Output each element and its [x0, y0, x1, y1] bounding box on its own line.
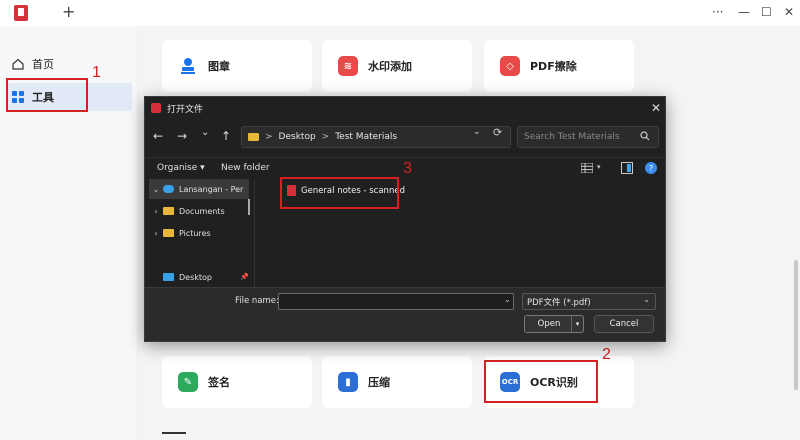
view-options-icon[interactable] [581, 163, 593, 173]
search-placeholder: Search Test Materials [524, 132, 620, 142]
open-split-dropdown-icon[interactable]: ▾ [571, 316, 583, 332]
preview-pane-icon[interactable] [621, 162, 633, 174]
signature-icon: ✎ [178, 372, 198, 392]
back-button[interactable]: ← [153, 129, 163, 143]
tree-item-label: Pictures [179, 228, 211, 238]
scrollbar[interactable] [792, 26, 800, 440]
open-button-label: Open [537, 319, 561, 329]
tool-signature[interactable]: ✎ 签名 [162, 356, 312, 408]
dialog-title-bar: 打开文件 [145, 97, 665, 119]
sidebar-item-home[interactable]: 首页 [8, 50, 132, 78]
expand-arrow-icon[interactable]: ⌄ [149, 185, 163, 194]
breadcrumb-separator: > [321, 132, 330, 142]
address-bar[interactable]: > Desktop > Test Materials [241, 126, 511, 148]
tool-watermark[interactable]: ≋ 水印添加 [322, 40, 472, 92]
tool-label: 签名 [208, 376, 230, 389]
svg-text:?: ? [649, 164, 653, 173]
open-file-dialog: 打开文件 ✕ ← → ⌄ ↑ > Desktop > Test Material… [144, 96, 666, 342]
cloud-icon [163, 185, 174, 193]
section-heading-partial [162, 432, 186, 440]
breadcrumb-test-materials[interactable]: Test Materials [335, 132, 397, 142]
tree-item-onedrive[interactable]: ⌄ Lansangan - Per [149, 179, 249, 199]
forward-button[interactable]: → [177, 129, 187, 143]
tree-item-label: Desktop [179, 272, 212, 282]
file-type-value: PDF文件 (*.pdf) [527, 297, 591, 308]
app-logo-icon [14, 5, 28, 21]
folder-icon [248, 133, 259, 141]
annotation-number-1: 1 [92, 64, 101, 81]
file-type-select[interactable]: PDF文件 (*.pdf) ⌄ [522, 293, 656, 310]
navigation-pane: ⌄ Lansangan - Per › Documents › Pictures… [145, 179, 255, 287]
dialog-title: 打开文件 [167, 104, 204, 115]
scroll-thumb[interactable] [794, 260, 798, 390]
stamp-icon [178, 56, 198, 76]
tool-label: 压缩 [368, 376, 390, 389]
search-input[interactable]: Search Test Materials [517, 126, 659, 148]
recent-dropdown-button[interactable]: ⌄ [201, 127, 209, 138]
search-icon [640, 131, 650, 141]
eraser-icon: ◇ [500, 56, 520, 76]
dialog-nav-row: ← → ⌄ ↑ > Desktop > Test Materials ⌄ ⟳ S… [145, 123, 665, 151]
close-button[interactable]: ✕ [784, 4, 794, 20]
tool-compress[interactable]: ▮ 压缩 [322, 356, 472, 408]
tool-label: 图章 [208, 60, 230, 73]
cancel-button[interactable]: Cancel [594, 315, 654, 333]
dialog-footer: File name: ⌄ PDF文件 (*.pdf) ⌄ Open ▾ Canc… [145, 287, 665, 341]
tool-pdf-erase[interactable]: ◇ PDF擦除 [484, 40, 634, 92]
chevron-down-icon: ⌄ [643, 295, 650, 304]
desktop-icon [163, 273, 174, 281]
expand-arrow-icon[interactable]: › [149, 229, 163, 238]
annotation-number-2: 2 [602, 346, 611, 363]
folder-icon [163, 229, 174, 237]
watermark-icon: ≋ [338, 56, 358, 76]
minimize-button[interactable]: — [738, 4, 750, 20]
organise-button[interactable]: Organise ▾ [157, 163, 205, 173]
file-name-dropdown-icon[interactable]: ⌄ [504, 295, 511, 304]
tree-item-pictures[interactable]: › Pictures [149, 223, 249, 243]
expand-arrow-icon[interactable]: › [149, 207, 163, 216]
tool-stamp[interactable]: 图章 [162, 40, 312, 92]
tree-item-documents[interactable]: › Documents [149, 201, 249, 221]
tool-label: 水印添加 [368, 60, 412, 73]
up-button[interactable]: ↑ [221, 129, 231, 143]
pin-icon: 📌 [240, 273, 249, 281]
new-tab-button[interactable]: + [62, 3, 75, 21]
file-name-label: File name: [235, 296, 279, 306]
folder-icon [163, 207, 174, 215]
address-dropdown-icon[interactable]: ⌄ [473, 127, 481, 137]
title-bar: + ··· — ☐ ✕ [0, 0, 800, 26]
maximize-button[interactable]: ☐ [761, 4, 772, 20]
sidebar-item-label: 首页 [32, 58, 54, 71]
file-name-input[interactable] [278, 293, 514, 310]
annotation-box-1 [6, 78, 88, 112]
dialog-close-button[interactable]: ✕ [651, 101, 661, 115]
annotation-number-3: 3 [403, 160, 412, 177]
open-button[interactable]: Open ▾ [524, 315, 584, 333]
compress-icon: ▮ [338, 372, 358, 392]
new-folder-button[interactable]: New folder [221, 163, 270, 173]
tree-item-desktop[interactable]: Desktop 📌 [149, 267, 249, 287]
annotation-box-2 [484, 360, 598, 403]
home-icon [12, 58, 24, 70]
breadcrumb-desktop[interactable]: Desktop [279, 132, 316, 142]
view-dropdown-icon[interactable]: ▾ [597, 163, 601, 171]
breadcrumb-separator: > [265, 132, 273, 142]
annotation-box-3 [280, 177, 399, 209]
help-icon[interactable]: ? [645, 162, 657, 174]
refresh-button[interactable]: ⟳ [493, 126, 502, 139]
tree-item-label: Lansangan - Per [179, 184, 244, 194]
more-icon[interactable]: ··· [712, 4, 723, 20]
tool-label: PDF擦除 [530, 60, 577, 73]
app-icon [151, 103, 161, 113]
tree-item-label: Documents [179, 206, 225, 216]
